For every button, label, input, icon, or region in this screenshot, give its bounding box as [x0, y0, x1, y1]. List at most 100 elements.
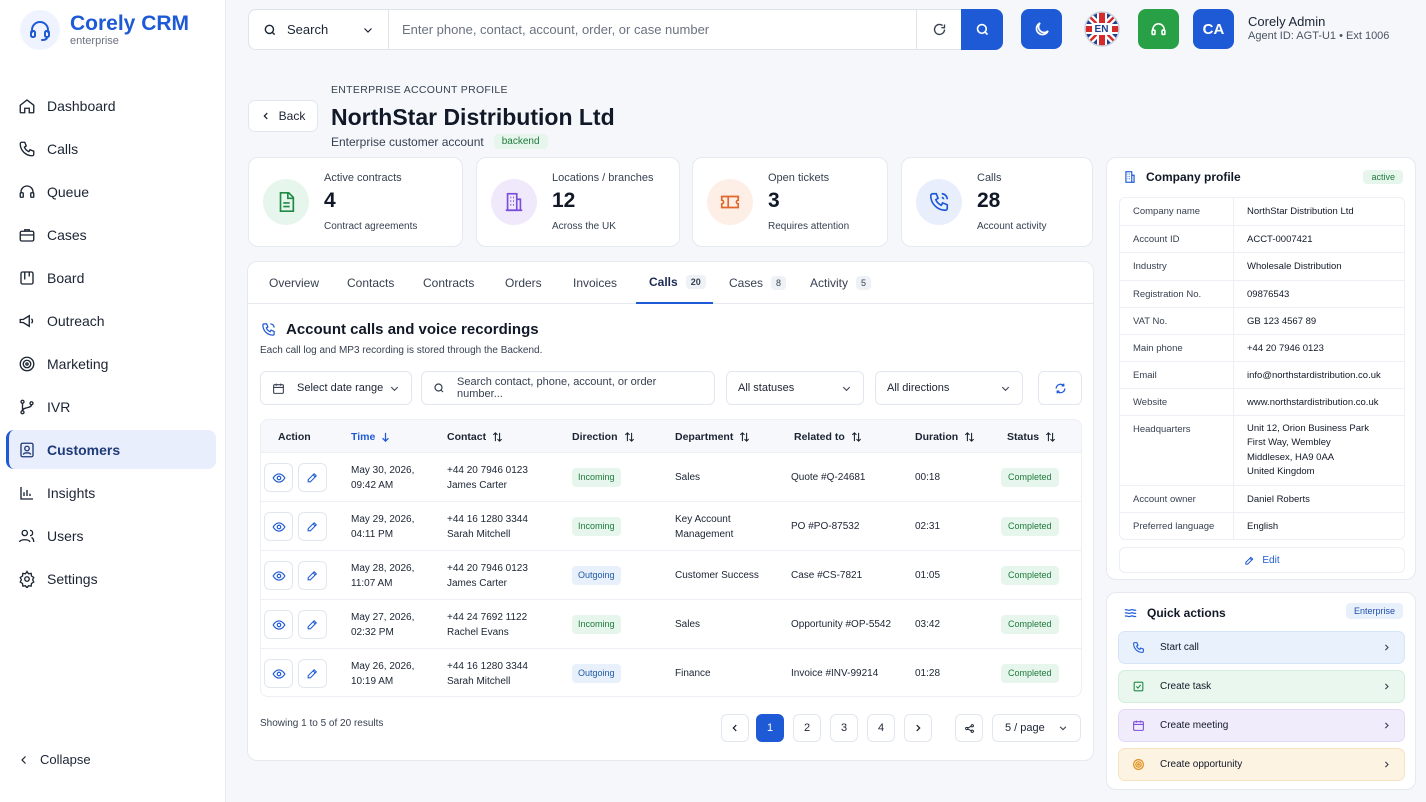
sidebar-item-calls[interactable]: Calls	[6, 129, 216, 168]
sidebar-item-marketing[interactable]: Marketing	[6, 344, 216, 383]
edit-button[interactable]	[298, 659, 327, 688]
stat-card-locations[interactable]: Locations / branches 12 Across the UK	[476, 157, 680, 247]
view-button[interactable]	[264, 659, 293, 688]
row-time-date: May 26, 2026,	[351, 660, 415, 672]
create-opportunity-button[interactable]: Create opportunity	[1118, 748, 1405, 781]
column-header-department[interactable]: Department	[675, 420, 750, 453]
ticket-icon	[707, 179, 753, 225]
eye-icon	[271, 472, 286, 483]
row-duration: 01:28	[915, 668, 941, 679]
chevron-right-icon	[1384, 644, 1389, 651]
tab-orders[interactable]: Orders	[505, 262, 542, 304]
edit-profile-button[interactable]: Edit	[1119, 547, 1405, 573]
prev-page-button[interactable]	[721, 714, 749, 742]
stat-card-tickets[interactable]: Open tickets 3 Requires attention	[692, 157, 888, 247]
search-submit-button[interactable]	[961, 9, 1003, 50]
sidebar-item-label: Settings	[47, 570, 98, 587]
sidebar-item-dashboard[interactable]: Dashboard	[6, 86, 216, 125]
tab-cases[interactable]: Cases 8	[729, 262, 787, 304]
column-header-duration[interactable]: Duration	[915, 420, 975, 453]
table-row[interactable]: May 26, 2026, 10:19 AM +44 16 1280 3344 Sa…	[261, 649, 1081, 696]
column-header-status[interactable]: Status	[1007, 420, 1056, 453]
sidebar-item-settings[interactable]: Settings	[6, 559, 216, 598]
row-related[interactable]: Invoice #INV-99214	[791, 666, 878, 681]
user-info[interactable]: Corely Admin Agent ID: AGT-U1 • Ext 1006	[1248, 14, 1389, 44]
column-header-direction[interactable]: Direction	[572, 420, 635, 453]
edit-button[interactable]	[298, 561, 327, 590]
brand[interactable]: Corely CRM enterprise	[20, 10, 189, 50]
field-value[interactable]: info@northstardistribution.co.uk	[1234, 362, 1404, 388]
agent-status-button[interactable]	[1138, 9, 1179, 49]
view-button[interactable]	[264, 610, 293, 639]
collapse-button[interactable]: Collapse	[18, 752, 91, 767]
card-title: Company profile	[1146, 170, 1241, 184]
sidebar-item-customers[interactable]: Customers	[6, 430, 216, 469]
column-header-contact[interactable]: Contact	[447, 420, 503, 453]
share-button[interactable]	[955, 714, 983, 742]
language-switcher[interactable]: EN	[1081, 9, 1122, 49]
tab-calls[interactable]: Calls 20	[636, 262, 713, 304]
table-row[interactable]: May 30, 2026, 09:42 AM +44 20 7946 0123 Ja…	[261, 453, 1081, 502]
sidebar-item-queue[interactable]: Queue	[6, 172, 216, 211]
row-related[interactable]: Opportunity #OP-5542	[791, 617, 891, 632]
sidebar-item-cases[interactable]: Cases	[6, 215, 216, 254]
status-filter-select[interactable]: All statuses	[726, 371, 864, 405]
card-title: Quick actions	[1147, 605, 1226, 620]
next-page-button[interactable]	[904, 714, 932, 742]
quick-actions-card: Quick actions Enterprise Start call Crea…	[1106, 592, 1416, 790]
direction-filter-select[interactable]: All directions	[875, 371, 1023, 405]
row-related[interactable]: Quote #Q-24681	[791, 470, 866, 485]
refresh-table-button[interactable]	[1038, 371, 1082, 405]
sidebar-item-board[interactable]: Board	[6, 258, 216, 297]
column-header-related[interactable]: Related to	[794, 420, 862, 453]
stat-card-calls[interactable]: Calls 28 Account activity	[901, 157, 1093, 247]
table-row[interactable]: May 29, 2026, 04:11 PM +44 16 1280 3344 Sa…	[261, 502, 1081, 551]
edit-button[interactable]	[298, 610, 327, 639]
refresh-search-button[interactable]	[916, 10, 961, 49]
create-task-button[interactable]: Create task	[1118, 670, 1405, 703]
sort-icon	[1046, 431, 1056, 442]
page-button-3[interactable]: 3	[830, 714, 858, 742]
sidebar-item-ivr[interactable]: IVR	[6, 387, 216, 426]
stat-card-contracts[interactable]: Active contracts 4 Contract agreements	[248, 157, 463, 247]
create-meeting-button[interactable]: Create meeting	[1118, 709, 1405, 742]
column-header-time[interactable]: Time	[351, 420, 390, 453]
calls-search-field[interactable]: Search contact, phone, account, or order…	[421, 371, 715, 405]
page-button-2[interactable]: 2	[793, 714, 821, 742]
search-scope-select[interactable]: Search	[249, 10, 389, 49]
table-row[interactable]: May 28, 2026, 11:07 AM +44 20 7946 0123 Ja…	[261, 551, 1081, 600]
view-button[interactable]	[264, 561, 293, 590]
tab-contracts[interactable]: Contracts	[423, 262, 474, 304]
back-button[interactable]: Back	[248, 100, 318, 132]
view-button[interactable]	[264, 463, 293, 492]
tab-activity[interactable]: Activity 5	[810, 262, 872, 304]
view-button[interactable]	[264, 512, 293, 541]
action-label: Create opportunity	[1160, 759, 1243, 770]
tab-contacts[interactable]: Contacts	[347, 262, 394, 304]
search-input[interactable]	[389, 10, 916, 49]
field-value[interactable]: +44 20 7946 0123	[1234, 335, 1404, 361]
edit-button[interactable]	[298, 512, 327, 541]
table-row[interactable]: May 27, 2026, 02:32 PM +44 24 7692 1122 Ra…	[261, 600, 1081, 649]
dark-mode-button[interactable]	[1021, 9, 1062, 49]
field-value: ACCT-0007421	[1247, 233, 1313, 245]
column-label: Direction	[572, 430, 618, 443]
page-button-4[interactable]: 4	[867, 714, 895, 742]
date-range-picker[interactable]: Select date range	[260, 371, 412, 405]
start-call-button[interactable]: Start call	[1118, 631, 1405, 664]
row-related[interactable]: Case #CS-7821	[791, 568, 862, 583]
per-page-select[interactable]: 5 / page	[992, 714, 1081, 742]
page-button-1[interactable]: 1	[756, 714, 784, 742]
row-related[interactable]: PO #PO-87532	[791, 519, 859, 534]
avatar[interactable]: CA	[1193, 9, 1234, 49]
target-icon	[1133, 759, 1144, 770]
field-value[interactable]: www.northstardistribution.co.uk	[1234, 389, 1404, 415]
row-duration: 02:31	[915, 521, 941, 532]
sidebar-item-users[interactable]: Users	[6, 516, 216, 555]
edit-button[interactable]	[298, 463, 327, 492]
sidebar-item-outreach[interactable]: Outreach	[6, 301, 216, 340]
tab-invoices[interactable]: Invoices	[573, 262, 617, 304]
tab-overview[interactable]: Overview	[269, 262, 319, 304]
task-check-icon	[1133, 681, 1144, 692]
sidebar-item-insights[interactable]: Insights	[6, 473, 216, 512]
